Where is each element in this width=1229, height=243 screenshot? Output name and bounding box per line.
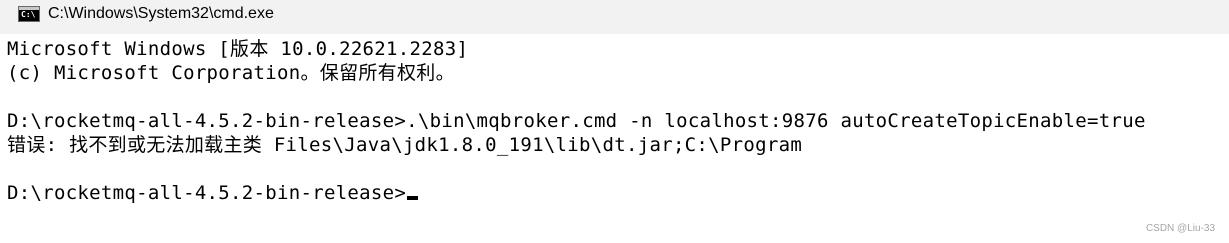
console-line-prompt[interactable]: D:\rocketmq-all-4.5.2-bin-release>	[7, 181, 419, 205]
watermark: CSDN @Liu-33	[1145, 223, 1215, 234]
console-line-error: 错误: 找不到或无法加载主类 Files\Java\jdk1.8.0_191\l…	[7, 134, 803, 156]
title-bar[interactable]: C:\ C:\Windows\System32\cmd.exe	[0, 0, 1229, 34]
prompt-text: D:\rocketmq-all-4.5.2-bin-release>	[7, 182, 407, 204]
window-title: C:\Windows\System32\cmd.exe	[48, 5, 274, 22]
console-output[interactable]: Microsoft Windows [版本 10.0.22621.2283] (…	[0, 34, 1229, 243]
text-cursor	[407, 196, 419, 200]
cmd-window: C:\ C:\Windows\System32\cmd.exe Microsof…	[0, 0, 1229, 243]
icon-glyph: C:\	[21, 10, 36, 19]
cmd-prompt-icon[interactable]: C:\	[18, 6, 40, 22]
console-line-copyright: (c) Microsoft Corporation。保留所有权利。	[7, 62, 455, 84]
console-line-version: Microsoft Windows [版本 10.0.22621.2283]	[7, 38, 469, 60]
console-line-command: D:\rocketmq-all-4.5.2-bin-release>.\bin\…	[7, 110, 1146, 132]
